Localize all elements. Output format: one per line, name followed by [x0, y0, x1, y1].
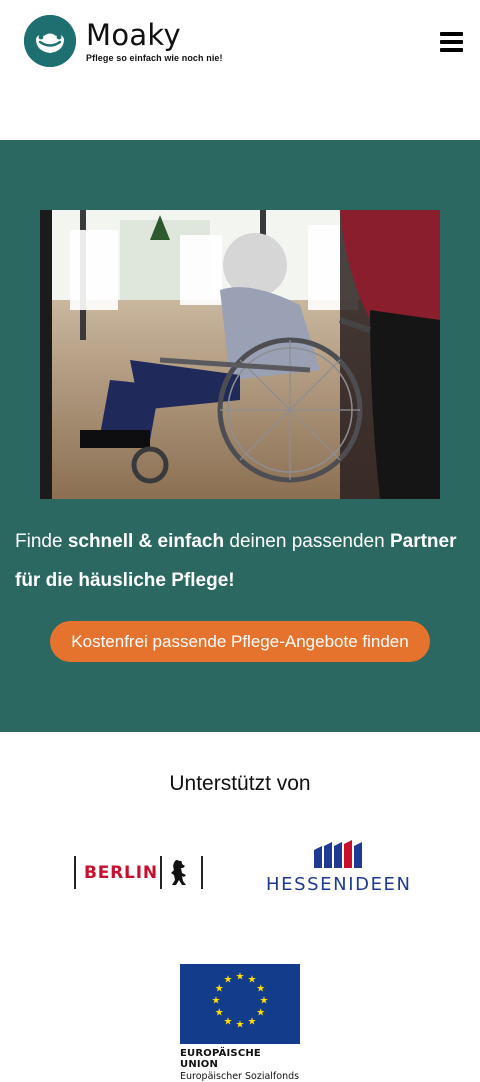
hessen-ideen-mark-icon [314, 840, 362, 868]
find-offers-button[interactable]: Kostenfrei passende Pflege-Angebote find… [50, 621, 430, 662]
hero-text-part2: deinen passenden [224, 531, 390, 552]
ideen-label: IDEEN [348, 874, 412, 895]
brand-tagline: Pflege so einfach wie noch nie! [86, 52, 223, 63]
berlin-bear-icon [171, 860, 186, 885]
hessen-label: HESSEN [266, 874, 349, 895]
hamburger-menu-icon[interactable] [440, 32, 464, 54]
smiley-logo-icon [24, 15, 76, 67]
hero-section: Finde schnell & einfach deinen passenden… [0, 140, 480, 732]
eu-star-icon: ★ [236, 972, 245, 983]
supporters-section: Unterstützt von BERLIN HESSENIDEEN ★ ★ ★ ★ ★… [0, 732, 480, 1082]
eu-star-icon: ★ [236, 1020, 245, 1031]
eu-star-icon: ★ [256, 984, 265, 995]
eu-star-icon: ★ [215, 984, 224, 995]
hessen-ideen-logo[interactable]: HESSENIDEEN [264, 838, 414, 898]
eu-star-icon: ★ [256, 1008, 265, 1019]
eu-union-label: EUROPÄISCHE UNION [180, 1048, 261, 1070]
hero-text-part1: Finde [15, 531, 68, 552]
hero-text-bold1: schnell & einfach [67, 531, 225, 552]
hero-photo [40, 210, 440, 499]
eu-star-icon: ★ [224, 975, 233, 986]
berlin-label: BERLIN [84, 863, 158, 883]
eu-star-icon: ★ [224, 1016, 233, 1027]
eu-star-icon: ★ [215, 1008, 224, 1019]
eu-fund-label: Europäischer Sozialfonds [180, 1071, 300, 1082]
eu-star-icon: ★ [248, 975, 257, 986]
supporters-title: Unterstützt von [169, 772, 311, 795]
berlin-logo[interactable]: BERLIN [74, 856, 204, 890]
site-header: Moaky Pflege so einfach wie noch nie! [0, 0, 480, 140]
eu-star-icon: ★ [212, 996, 221, 1007]
eu-social-fund-logo[interactable]: ★ ★ ★ ★ ★ ★ ★ ★ ★ ★ ★ ★ EUROPÄISCHE UNION Europäisc… [180, 964, 300, 1082]
eu-star-icon: ★ [248, 1016, 257, 1027]
eu-star-icon: ★ [260, 996, 269, 1007]
brand-name: Moaky [86, 17, 181, 52]
eu-flag-icon: ★ ★ ★ ★ ★ ★ ★ ★ ★ ★ ★ ★ [180, 964, 300, 1044]
brand-logo[interactable]: Moaky Pflege so einfach wie noch nie! [24, 15, 223, 67]
hero-headline: Finde schnell & einfach deinen passenden… [15, 522, 470, 600]
